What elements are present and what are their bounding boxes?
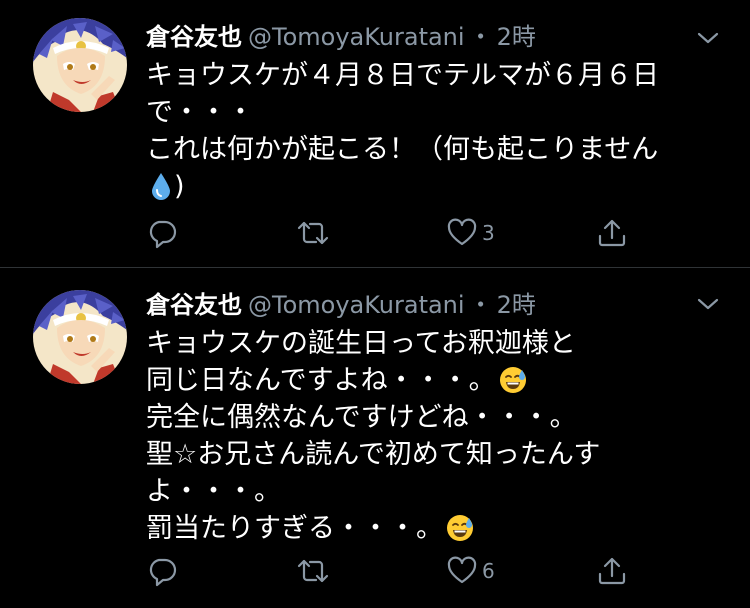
retweet-button[interactable]: [296, 216, 330, 250]
tweet-actions: 3: [146, 216, 666, 250]
separator-dot: ・: [468, 291, 493, 319]
share-button[interactable]: [596, 554, 628, 588]
tweet-text-line: キョウスケが４月８日でテルマが６月６日: [146, 60, 659, 91]
tweet-text-line: 聖☆お兄さん読んで初めて知ったんす: [146, 439, 601, 470]
display-name[interactable]: 倉谷友也: [146, 23, 242, 51]
tweet-header: 倉谷友也 @TomoyaKuratani ・ 2時: [146, 20, 536, 54]
tweet-timestamp[interactable]: 2時: [497, 291, 536, 319]
tweet-text-line-with-emoji: 罰当たりすぎる・・・。: [146, 510, 726, 547]
reply-icon: [149, 220, 177, 249]
chevron-down-icon[interactable]: [696, 292, 720, 316]
like-count: 3: [482, 221, 495, 245]
like-count: 6: [482, 559, 495, 583]
avatar-image: [33, 290, 127, 384]
tweet-text: キョウスケが４月８日でテルマが６月６日 で・・・ これは何かが起こる！（何も起こ…: [146, 57, 726, 205]
tweet[interactable]: 倉谷友也 @TomoyaKuratani ・ 2時 キョウスケが４月８日でテルマが６月…: [0, 0, 750, 268]
tweet-text-segment: 同じ日なんですよね・・・。: [146, 365, 496, 396]
user-handle[interactable]: @TomoyaKuratani: [248, 291, 465, 319]
tweet-text-line: キョウスケの誕生日ってお釈迦様と: [146, 328, 576, 359]
tweet-actions: 6: [146, 554, 666, 588]
avatar[interactable]: [33, 290, 127, 384]
avatar[interactable]: [33, 18, 127, 112]
share-icon: [598, 219, 626, 247]
avatar-image: [33, 18, 127, 112]
tweet-text-segment: ): [174, 171, 185, 202]
tweet-text-line-with-emoji: 同じ日なんですよね・・・。: [146, 362, 726, 399]
retweet-icon: [297, 221, 329, 245]
tweet-text: キョウスケの誕生日ってお釈迦様と 同じ日なんですよね・・・。 完全に偶然なんです…: [146, 325, 726, 547]
tweet-text-line: で・・・: [146, 97, 254, 128]
heart-icon: [447, 556, 477, 584]
tweet-text-line-with-emoji: ): [146, 168, 726, 205]
tweet-text-line: よ・・・。: [146, 476, 281, 507]
reply-button[interactable]: [146, 554, 178, 588]
tweet-header: 倉谷友也 @TomoyaKuratani ・ 2時: [146, 288, 536, 322]
tweet[interactable]: 倉谷友也 @TomoyaKuratani ・ 2時 キョウスケの誕生日ってお釈迦様と …: [0, 268, 750, 608]
like-button[interactable]: 3: [446, 216, 495, 250]
share-icon: [598, 557, 626, 585]
tweet-text-segment: 罰当たりすぎる・・・。: [146, 513, 443, 544]
tweet-text-line: これは何かが起こる！（何も起こりません: [146, 134, 659, 165]
retweet-button[interactable]: [296, 554, 330, 588]
heart-icon: [447, 218, 477, 246]
sweat-smile-emoji: [499, 367, 526, 393]
sweat-smile-emoji: [447, 515, 473, 541]
chevron-down-icon[interactable]: [696, 26, 720, 50]
display-name[interactable]: 倉谷友也: [146, 291, 242, 319]
tweet-timestamp[interactable]: 2時: [497, 23, 536, 51]
share-button[interactable]: [596, 216, 628, 250]
droplet-emoji: [152, 173, 170, 200]
retweet-icon: [297, 559, 329, 583]
reply-button[interactable]: [146, 216, 178, 250]
user-handle[interactable]: @TomoyaKuratani: [248, 23, 465, 51]
separator-dot: ・: [468, 23, 493, 51]
like-button[interactable]: 6: [446, 554, 495, 588]
reply-icon: [149, 558, 177, 587]
tweet-text-line: 完全に偶然なんですけどね・・・。: [146, 402, 577, 433]
